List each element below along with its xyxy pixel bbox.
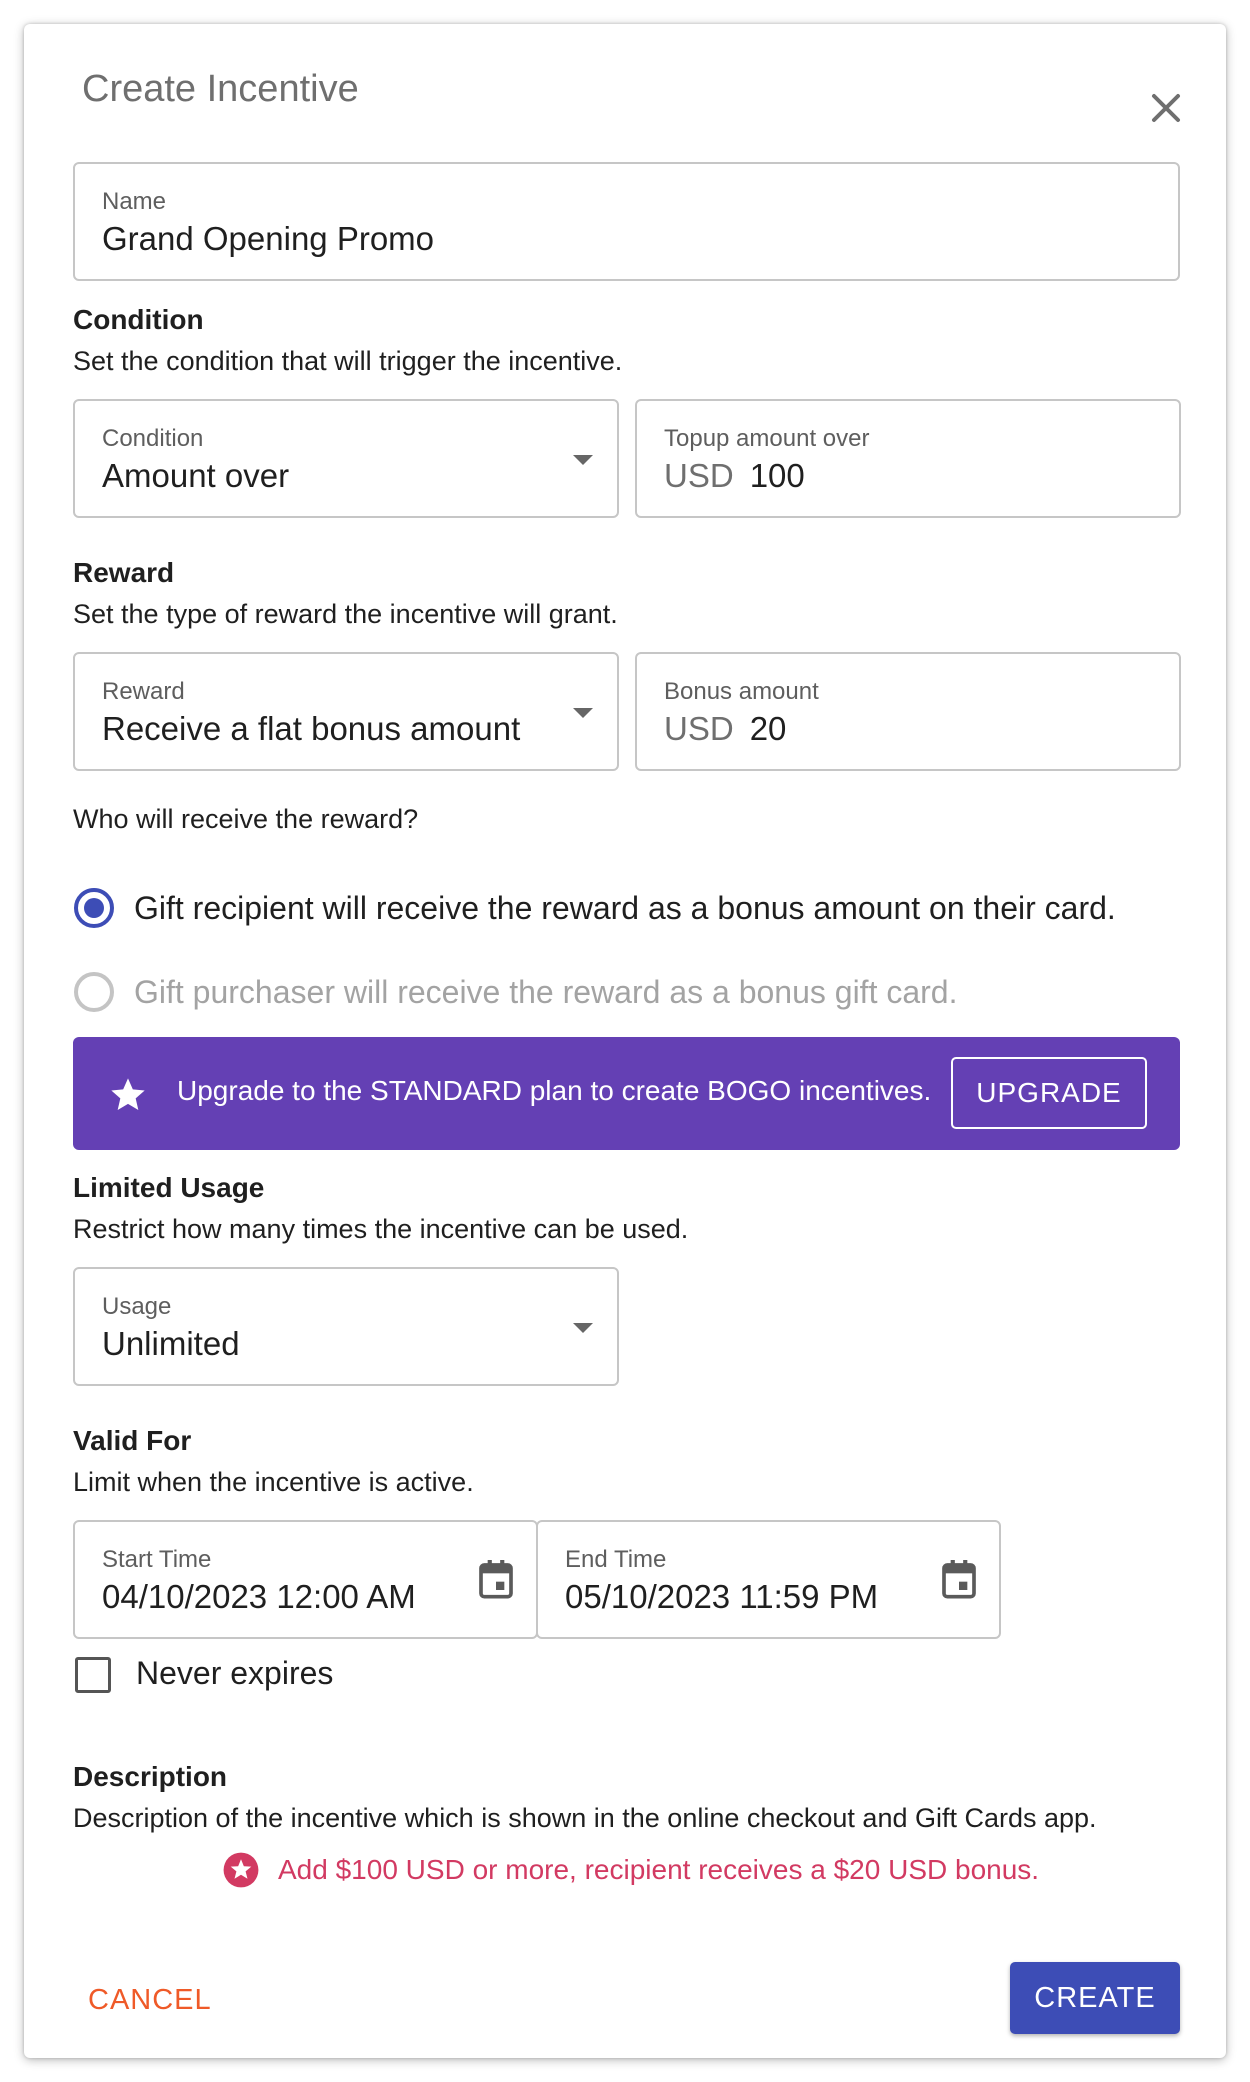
valid-for-description: Limit when the incentive is active. [73,1467,474,1497]
usage-select-value: Unlimited [102,1325,240,1362]
topup-amount-input[interactable]: Topup amount over USD 100 [635,399,1181,518]
create-button[interactable]: CREATE [1010,1962,1180,2034]
topup-amount-number: 100 [749,457,805,494]
close-button[interactable] [1146,88,1186,128]
condition-description: Set the condition that will trigger the … [73,346,623,376]
radio-option-label: Gift recipient will receive the reward a… [134,889,1116,926]
bonus-amount-value: USD 20 [664,710,786,748]
condition-select-value: Amount over [102,457,290,494]
close-icon [1152,94,1180,122]
topup-amount-value: USD 100 [664,457,805,495]
usage-select-label: Usage [102,1293,172,1320]
incentive-preview-text: Add $100 USD or more, recipient receives… [278,1854,1040,1885]
radio-checked-icon[interactable] [72,886,116,930]
currency-prefix: USD [664,457,734,494]
valid-for-title: Valid For [73,1425,192,1456]
star-icon [111,1078,145,1110]
start-time-label: Start Time [102,1546,212,1573]
radio-option-purchaser[interactable]: Gift purchaser will receive the reward a… [72,970,957,1014]
reward-select-label: Reward [102,678,185,705]
description-text: Description of the incentive which is sh… [73,1803,1097,1833]
chevron-down-icon [573,1323,593,1333]
usage-select[interactable]: Usage Unlimited [73,1267,619,1386]
end-time-label: End Time [565,1546,667,1573]
calendar-icon[interactable] [476,1558,516,1602]
end-time-value: 05/10/2023 11:59 PM [565,1578,879,1615]
condition-select[interactable]: Condition Amount over [73,399,619,518]
chevron-down-icon [573,708,593,718]
never-expires-checkbox[interactable] [75,1657,111,1693]
description-title: Description [73,1761,228,1792]
radio-option-label: Gift purchaser will receive the reward a… [134,973,958,1010]
upgrade-banner: Upgrade to the STANDARD plan to create B… [73,1037,1180,1150]
radio-option-recipient[interactable]: Gift recipient will receive the reward a… [72,886,1116,930]
never-expires-label[interactable]: Never expires [136,1655,333,1692]
radio-unchecked-icon[interactable] [72,970,116,1014]
reward-select[interactable]: Reward Receive a flat bonus amount [73,652,619,771]
create-incentive-dialog: Create Incentive Name Grand Opening Prom… [24,24,1226,2058]
chevron-down-icon [573,455,593,465]
reward-description: Set the type of reward the incentive wil… [73,599,618,629]
calendar-icon[interactable] [939,1558,979,1602]
dialog-title: Create Incentive [82,68,359,110]
currency-prefix: USD [664,710,734,747]
cancel-button[interactable]: CANCEL [76,1976,224,2025]
topup-amount-label: Topup amount over [664,425,870,452]
start-time-input[interactable]: Start Time 04/10/2023 12:00 AM [73,1520,538,1639]
name-field-value: Grand Opening Promo [102,220,435,257]
star-badge-icon [223,1852,259,1888]
start-time-value: 04/10/2023 12:00 AM [102,1578,416,1615]
reward-select-value: Receive a flat bonus amount [102,710,521,747]
reward-title: Reward [73,557,175,588]
reward-recipient-question: Who will receive the reward? [73,804,419,834]
condition-title: Condition [73,304,204,335]
end-time-input[interactable]: End Time 05/10/2023 11:59 PM [536,1520,1001,1639]
bonus-amount-number: 20 [749,710,787,747]
limited-usage-description: Restrict how many times the incentive ca… [73,1214,689,1244]
bonus-amount-label: Bonus amount [664,678,819,705]
upgrade-message: Upgrade to the STANDARD plan to create B… [177,1075,932,1106]
limited-usage-title: Limited Usage [73,1172,265,1203]
name-field[interactable]: Name Grand Opening Promo [73,162,1180,281]
incentive-preview: Add $100 USD or more, recipient receives… [222,1851,1039,1889]
bonus-amount-input[interactable]: Bonus amount USD 20 [635,652,1181,771]
name-field-label: Name [102,188,167,215]
upgrade-button[interactable]: UPGRADE [951,1057,1147,1129]
condition-select-label: Condition [102,425,204,452]
